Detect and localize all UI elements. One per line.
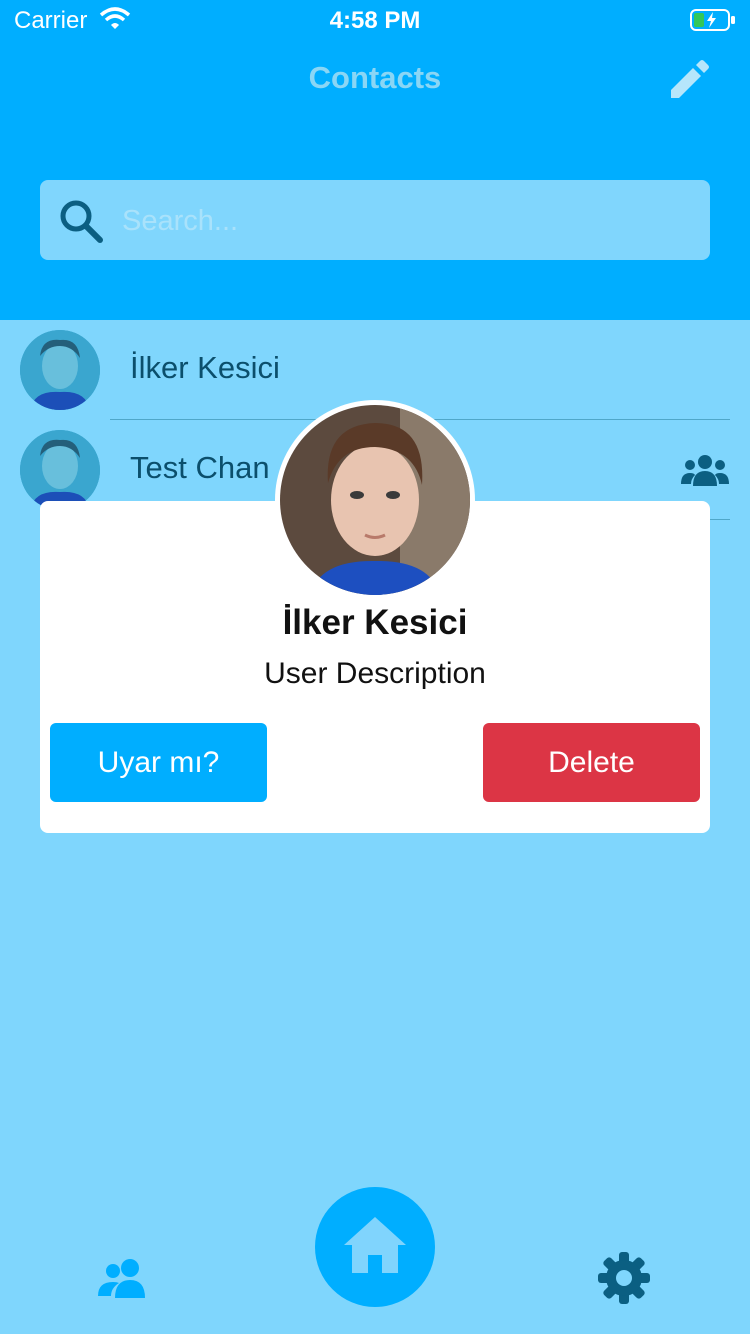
warn-button[interactable]: Uyar mı? <box>50 723 267 802</box>
battery-icon <box>690 9 735 31</box>
search-input[interactable] <box>120 180 684 262</box>
modal-avatar <box>275 400 475 600</box>
home-icon <box>344 1217 406 1273</box>
modal-contact-name: İlker Kesici <box>282 603 468 642</box>
search-bar <box>40 180 710 262</box>
page-title: Contacts <box>308 60 442 95</box>
pencil-icon <box>671 60 709 98</box>
home-button[interactable] <box>315 1187 435 1307</box>
avatar <box>20 430 100 510</box>
clock: 4:58 PM <box>329 7 421 34</box>
header: Contacts <box>0 0 750 320</box>
delete-button[interactable]: Delete <box>483 723 700 802</box>
people-icon[interactable] <box>95 1258 153 1298</box>
group-icon <box>681 455 729 486</box>
status-bar: Carrier 4:58 PM <box>0 0 750 40</box>
avatar <box>20 330 100 410</box>
gear-icon[interactable] <box>598 1252 650 1304</box>
tab-bar <box>0 1186 750 1334</box>
search-icon <box>60 200 103 243</box>
modal-contact-description: User Description <box>264 657 486 690</box>
edit-button[interactable] <box>665 56 713 104</box>
contact-name: İlker Kesici <box>130 350 280 385</box>
contact-name: Test Chan <box>130 450 270 485</box>
